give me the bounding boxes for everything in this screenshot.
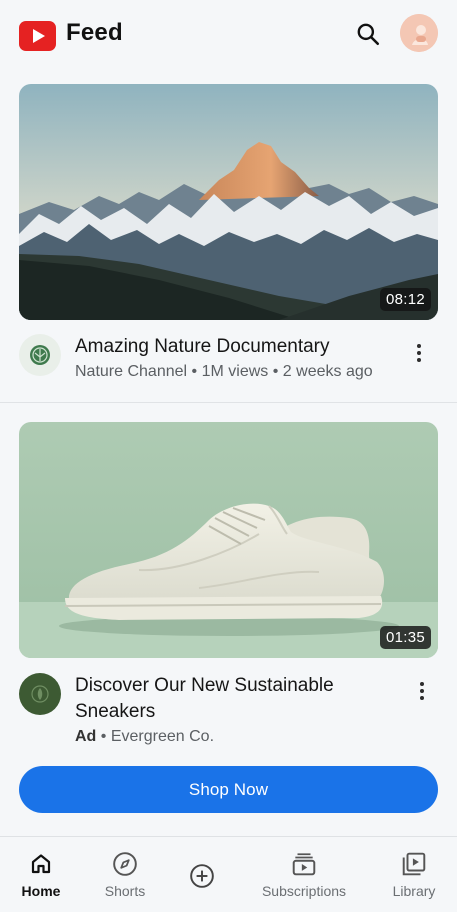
home-icon: [29, 851, 53, 877]
ad-meta: Ad • Evergreen Co.: [75, 728, 215, 745]
more-options-icon[interactable]: [412, 678, 432, 704]
video-duration-badge: 01:35: [379, 626, 431, 649]
nav-item-home[interactable]: Home: [14, 837, 68, 912]
video-title[interactable]: Amazing Nature Documentary: [75, 334, 330, 360]
library-icon: [401, 851, 427, 877]
nav-item-subscriptions[interactable]: Subscriptions: [254, 837, 354, 912]
channel-avatar[interactable]: [19, 334, 61, 376]
video-duration-badge: 08:12: [379, 288, 431, 311]
add-icon: [189, 863, 215, 889]
nav-item-library[interactable]: Library: [388, 837, 440, 912]
view-count: 1M views: [201, 363, 269, 380]
video-thumbnail[interactable]: 08:12: [19, 84, 438, 320]
bottom-navigation: Home Shorts Subscriptions Library: [0, 836, 457, 912]
nav-item-create[interactable]: [186, 837, 218, 912]
divider: [0, 402, 457, 403]
advertiser-avatar[interactable]: [19, 673, 61, 715]
youtube-play-icon[interactable]: [19, 21, 56, 51]
shop-now-button[interactable]: Shop Now: [19, 766, 438, 813]
subscriptions-icon: [291, 851, 317, 877]
user-avatar-icon[interactable]: [400, 14, 438, 52]
upload-age: 2 weeks ago: [282, 363, 373, 380]
nav-item-shorts[interactable]: Shorts: [96, 837, 154, 912]
search-icon[interactable]: [353, 19, 383, 49]
app-screen: Feed 08:12 Amazing Nature Documentary Na…: [0, 0, 457, 912]
ad-thumbnail[interactable]: 01:35: [19, 422, 438, 658]
compass-icon: [112, 851, 138, 877]
page-title: Feed: [66, 19, 123, 46]
channel-name[interactable]: Nature Channel: [75, 363, 187, 380]
top-app-bar: Feed: [0, 0, 457, 68]
more-options-icon[interactable]: [409, 340, 429, 366]
video-meta: Nature Channel • 1M views • 2 weeks ago: [75, 363, 373, 380]
advertiser-name[interactable]: Evergreen Co.: [111, 728, 214, 745]
ad-title[interactable]: Discover Our New Sustainable Sneakers: [75, 673, 395, 725]
ad-label: Ad: [75, 728, 97, 745]
